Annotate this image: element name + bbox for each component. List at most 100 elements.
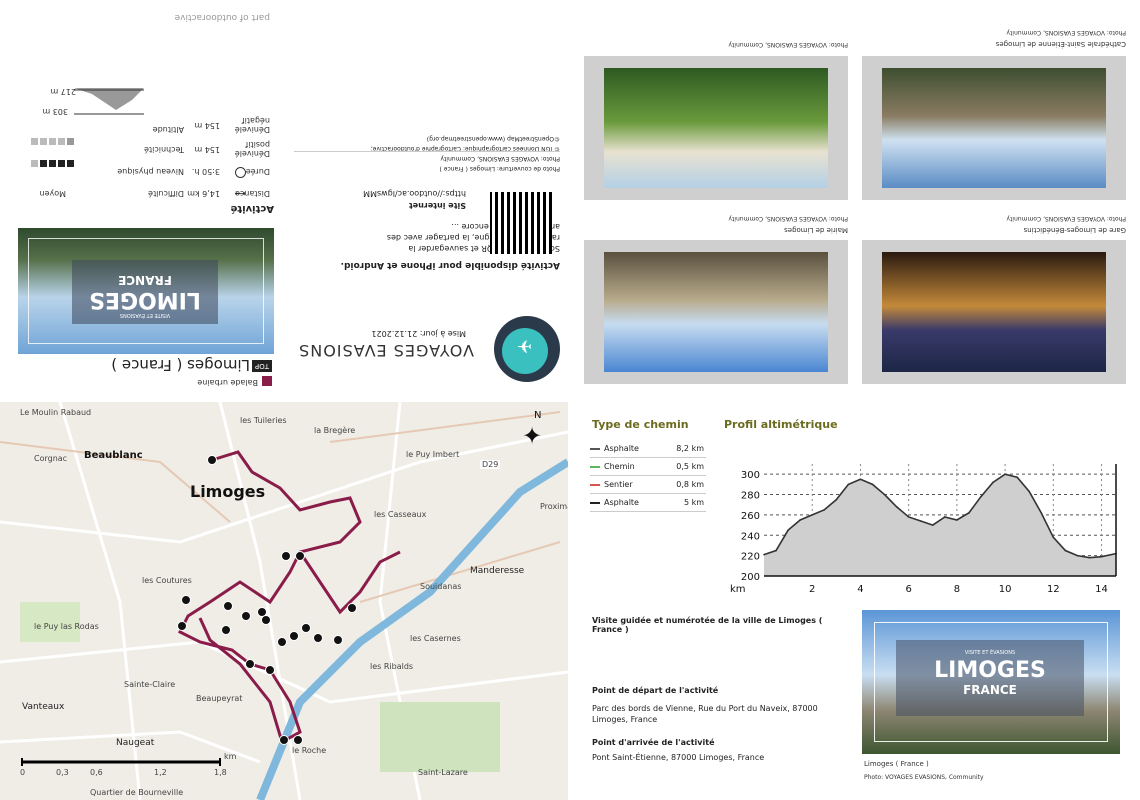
alt-max: 303 m (42, 107, 68, 116)
hero-photo-credit: Photo: VOYAGES EVASIONS, Community (864, 774, 984, 781)
hero-banner: VISITE ET ÉVASIONS LIMOGES FRANCE (72, 260, 218, 324)
top-badge-label: TOP (254, 362, 269, 370)
photo-credit: Photo: VOYAGES EVASIONS, Community (728, 215, 848, 222)
photo-mairie (584, 240, 848, 384)
stat-label: Durée (245, 167, 270, 176)
brand-logo: ✈ (494, 316, 560, 382)
elevation-point (1016, 476, 1018, 479)
stat-label: Altitude (152, 125, 184, 134)
activity-title: Activité (230, 203, 274, 214)
elevation-point (871, 483, 874, 486)
surface-swatch (590, 484, 600, 486)
photo-caption: Cathédrale Saint-Étienne de Limoges (995, 40, 1126, 48)
y-tick-label: 280 (741, 491, 760, 502)
route-marker-icon[interactable] (347, 603, 357, 613)
start-text: Parc des bords de Vienne, Rue du Port du… (592, 704, 818, 724)
route-marker-icon[interactable] (265, 665, 275, 675)
stat-label: Technicité (144, 145, 184, 154)
x-axis-label: km (730, 584, 746, 595)
elevation-point (823, 509, 826, 511)
qr-code (490, 192, 552, 254)
surface-row: Sentier 0,8 km (590, 476, 706, 494)
elevation-point (787, 529, 789, 531)
elevation-point (847, 483, 850, 486)
elevation-point (1064, 549, 1067, 552)
hero-photo-banner: VISITE ET ÉVASIONS LIMOGES FRANCE (896, 640, 1084, 716)
photo-caption: Gare de Limoges-Bénédictins (1023, 226, 1126, 234)
route-marker-icon[interactable] (181, 595, 191, 605)
surface-name: Sentier (604, 480, 633, 489)
route-marker-icon[interactable] (279, 735, 289, 745)
top-badge: TOP (251, 360, 272, 372)
elevation-area (764, 474, 1116, 576)
stat-label: Dénivelé positif (234, 140, 270, 158)
app-title: Activité disponible pour iPhone et Andro… (340, 260, 560, 270)
elevation-point (980, 495, 982, 498)
photo-cathedrale (862, 56, 1126, 200)
elevation-point (763, 553, 765, 556)
route-marker-icon[interactable] (293, 735, 303, 745)
category-icon (262, 376, 272, 386)
tour-title: Visite guidée et numérotée de la ville d… (592, 616, 823, 634)
x-tick-label: 2 (809, 584, 815, 595)
route-marker-icon[interactable] (207, 455, 217, 465)
route-marker-icon[interactable] (301, 623, 311, 633)
route-marker-icon[interactable] (245, 659, 255, 669)
route-marker-icon[interactable] (261, 615, 271, 625)
surface-swatch (590, 466, 600, 468)
surface-swatch (590, 448, 600, 450)
mini-profile (74, 86, 144, 116)
airplane-icon: ✈ (516, 335, 532, 356)
end-text: Pont Saint-Étienne, 87000 Limoges, Franc… (592, 753, 765, 762)
stat-value: 154 m (194, 145, 220, 154)
surface-name: Chemin (604, 462, 635, 471)
elevation-point (859, 478, 862, 481)
clock-icon (235, 167, 246, 178)
site-url[interactable]: https://outdoo.ac/lgwsMM (363, 189, 466, 198)
elevation-point (944, 516, 946, 518)
physical-level-dots (31, 156, 74, 175)
photo-gare-image (882, 252, 1106, 372)
photo-mairie-image (604, 252, 828, 372)
x-tick-label: 10 (999, 584, 1012, 595)
credits-1: Photo de couverture: Limoges ( France ) (439, 165, 560, 172)
route-marker-icon[interactable] (295, 551, 305, 561)
route-marker-icon[interactable] (289, 631, 299, 641)
hero-country: FRANCE (118, 273, 172, 287)
route-marker-icon[interactable] (277, 637, 287, 647)
route-marker-icon[interactable] (177, 621, 187, 631)
elevation-point (1052, 536, 1055, 539)
end-title: Point d'arrivée de l'activité (592, 738, 715, 747)
stat-label: Niveau physique (117, 167, 184, 176)
elevation-point (775, 549, 777, 552)
hero-city: LIMOGES (89, 287, 201, 312)
route-marker-icon[interactable] (221, 625, 231, 635)
elevation-chart: 200 220 240 260 280 300 2 4 6 8 10 12 14 km (730, 464, 1117, 595)
hero-photo: VISITE ET ÉVASIONS LIMOGES FRANCE (862, 610, 1120, 754)
hero-photo-city: LIMOGES (934, 658, 1046, 683)
credits-2: Photo: VOYAGES EVASIONS, Community (440, 155, 560, 162)
y-tick-label: 260 (741, 511, 760, 522)
y-tick-label: 220 (741, 552, 760, 563)
elevation-point (895, 505, 898, 508)
surface-name: Asphalte (604, 498, 639, 507)
route-marker-icon[interactable] (223, 601, 233, 611)
route-map[interactable]: Limoges Le Moulin Rabaud les Tuileries C… (0, 402, 568, 800)
elevation-point (1076, 554, 1079, 557)
stat-label: Difficulté (148, 189, 184, 198)
route-marker-icon[interactable] (313, 633, 323, 643)
route-marker-icon[interactable] (241, 611, 251, 621)
surface-value: 8,2 km (676, 444, 704, 453)
elevation-point (835, 498, 838, 501)
route-marker-icon[interactable] (333, 635, 343, 645)
photo-credit: Photo: VOYAGES EVASIONS, Community (1006, 29, 1126, 36)
y-tick-label: 300 (741, 470, 760, 481)
brand-name: VOYAGES EVASIONS (298, 341, 474, 360)
route-marker-icon[interactable] (281, 551, 291, 561)
elevation-point (956, 519, 958, 521)
surface-value: 0,5 km (676, 462, 704, 471)
elevation-point (968, 512, 970, 514)
elevation-point (883, 493, 886, 496)
alt-min: 217 m (50, 87, 76, 96)
photo-gare (862, 240, 1126, 384)
